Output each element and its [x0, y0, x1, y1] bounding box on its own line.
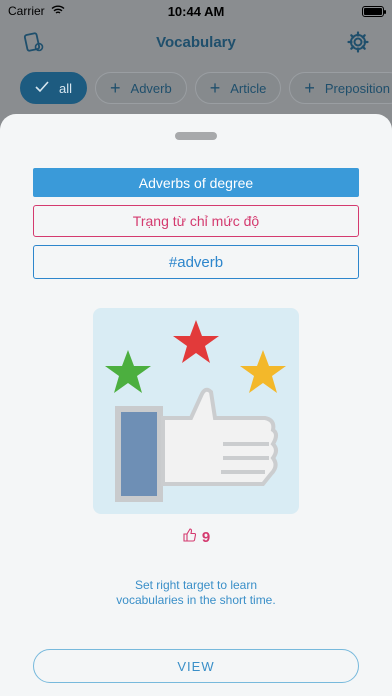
card-tag[interactable]: #adverb — [33, 245, 359, 279]
hint-line-1: Set right target to learn — [134, 578, 258, 592]
plus-icon: + — [209, 78, 221, 98]
chip-all[interactable]: all — [20, 72, 88, 104]
chip-label: all — [59, 80, 73, 96]
sheet-grabber[interactable] — [175, 132, 217, 140]
gear-icon[interactable] — [346, 30, 370, 54]
chip-label: Preposition — [324, 80, 390, 96]
card-meaning: Trạng từ chỉ mức độ — [33, 205, 359, 237]
checkmark-icon — [35, 80, 49, 96]
chip-label: Adverb — [130, 80, 172, 96]
nav-title: Vocabulary — [156, 33, 236, 51]
battery-icon — [362, 5, 386, 17]
nav-bar: Vocabulary — [0, 22, 392, 62]
carrier-label: Carrier — [8, 4, 45, 18]
plus-icon: + — [304, 78, 315, 98]
cards-settings-icon[interactable] — [22, 30, 46, 54]
chip-article[interactable]: + Article — [194, 72, 282, 104]
category-chips: all + Adverb + Article + Preposition — [20, 72, 392, 104]
likes-row[interactable]: 9 — [0, 528, 392, 547]
thumbs-up-stars-image — [93, 308, 299, 514]
plus-icon: + — [110, 78, 121, 98]
likes-count: 9 — [201, 529, 211, 546]
chip-preposition[interactable]: + Preposition — [289, 72, 392, 104]
bottom-sheet: Adverbs of degree Trạng từ chỉ mức độ #a… — [0, 114, 392, 696]
thumbs-up-icon — [182, 528, 196, 547]
chip-adverb[interactable]: + Adverb — [95, 72, 187, 104]
status-bar: Carrier 10:44 AM — [0, 0, 392, 22]
hint-text: Set right target to learn vocabularies i… — [0, 578, 392, 608]
hint-line-2: vocabularies in the short time. — [116, 593, 276, 607]
card-title: Adverbs of degree — [33, 168, 359, 197]
view-button[interactable]: VIEW — [33, 649, 359, 683]
wifi-icon — [51, 4, 65, 18]
chip-label: Article — [230, 80, 267, 96]
